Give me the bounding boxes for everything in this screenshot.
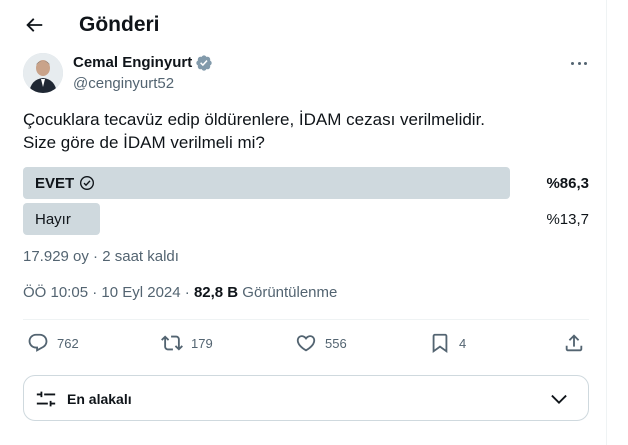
author-name-row[interactable]: Cemal Enginyurt [73,54,213,72]
tweet-timestamp: ÖÖ 10:05 · 10 Eyl 2024 · 82,8 B Görüntül… [23,284,337,302]
timestamp-date[interactable]: ÖÖ 10:05 · 10 Eyl 2024 · [23,284,194,301]
poll-option-label: EVET [35,167,95,199]
author-name[interactable]: Cemal Enginyurt [73,54,192,72]
avatar-image [23,53,63,93]
avatar[interactable] [23,53,63,93]
repost-count: 179 [191,335,213,351]
check-circle-icon [80,176,95,190]
bookmark-icon [432,333,448,354]
tweet-actions: 762 179 556 4 [23,330,589,356]
back-arrow-icon[interactable] [23,14,45,36]
divider [23,319,589,320]
dot [584,61,587,65]
repost-icon [161,335,183,351]
views-label: Görüntülenme [238,284,338,301]
poll-option-text: EVET [35,174,75,192]
column-border [606,0,607,445]
heart-icon [296,335,316,352]
poll-bar [23,167,510,199]
like-count: 556 [325,335,347,351]
reply-icon [28,333,48,352]
repost-button[interactable]: 179 [161,330,213,356]
share-icon [565,334,583,352]
more-options-icon[interactable] [568,54,590,72]
reply-sort-dropdown[interactable]: En alakalı [23,375,589,421]
tweet-line: Size göre de İDAM verilmeli mi? [23,133,265,152]
share-button[interactable] [563,330,593,356]
views-count: 82,8 B [193,284,239,301]
poll-option-label: Hayır [35,203,71,235]
poll-option-text: Hayır [35,210,71,228]
reply-button[interactable]: 762 [27,330,79,356]
like-button[interactable]: 556 [295,330,347,356]
page-header: Gönderi [0,0,606,50]
poll-option-percent: %86,3 [546,174,589,192]
sort-label: En alakalı [67,391,132,407]
page-title: Gönderi [79,13,160,36]
dot [571,61,574,65]
tweet-text: Çocuklara tecavüz edip öldürenlere, İDAM… [23,108,593,154]
reply-count: 762 [57,335,79,351]
dot [577,61,581,65]
verified-badge-icon [196,55,212,71]
filter-sliders-icon [36,391,56,407]
poll-option-evet: EVET %86,3 [23,167,589,199]
bookmark-count: 4 [459,335,467,351]
poll-option-hayir: Hayır %13,7 [23,203,589,235]
chevron-down-icon [551,394,567,404]
bookmark-button[interactable]: 4 [429,330,466,356]
poll-option-percent: %13,7 [546,210,589,228]
author-handle[interactable]: @cenginyurt52 [73,75,174,93]
tweet-line: Çocuklara tecavüz edip öldürenlere, İDAM… [23,110,486,129]
poll-meta: 17.929 oy · 2 saat kaldı [23,248,179,265]
